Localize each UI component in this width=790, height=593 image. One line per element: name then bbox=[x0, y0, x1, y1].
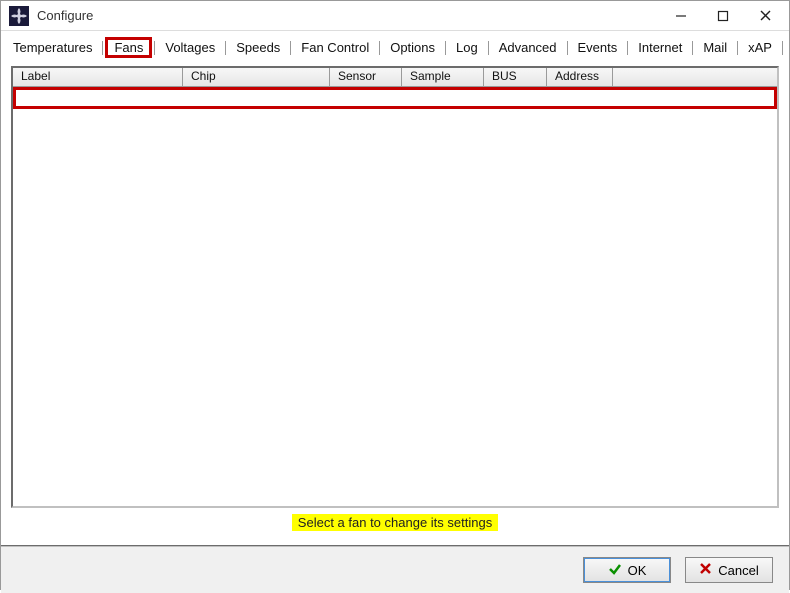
tab-separator bbox=[692, 41, 693, 55]
tab-separator bbox=[445, 41, 446, 55]
check-icon bbox=[608, 562, 622, 579]
tab-options[interactable]: Options bbox=[382, 37, 443, 58]
tab-separator bbox=[567, 41, 568, 55]
tab-advanced[interactable]: Advanced bbox=[491, 37, 565, 58]
tab-speeds[interactable]: Speeds bbox=[228, 37, 288, 58]
hint-bar: Select a fan to change its settings bbox=[11, 508, 779, 541]
cancel-button-label: Cancel bbox=[718, 563, 758, 578]
minimize-button[interactable] bbox=[671, 6, 691, 26]
column-headers: Label Chip Sensor Sample BUS Address bbox=[13, 68, 777, 87]
tab-fans[interactable]: Fans bbox=[105, 37, 152, 58]
tab-separator bbox=[737, 41, 738, 55]
tab-events[interactable]: Events bbox=[570, 37, 626, 58]
app-icon bbox=[9, 6, 29, 26]
tab-separator bbox=[290, 41, 291, 55]
column-header-address[interactable]: Address bbox=[547, 68, 613, 87]
tab-xap[interactable]: xAP bbox=[740, 37, 780, 58]
column-header-sensor[interactable]: Sensor bbox=[330, 68, 402, 87]
tab-mail[interactable]: Mail bbox=[695, 37, 735, 58]
tab-separator bbox=[782, 41, 783, 55]
tab-temperatures[interactable]: Temperatures bbox=[5, 37, 100, 58]
ok-button-label: OK bbox=[628, 563, 647, 578]
tab-separator bbox=[225, 41, 226, 55]
window-controls bbox=[671, 6, 781, 26]
column-header-spacer bbox=[613, 68, 777, 87]
tab-separator bbox=[102, 41, 103, 55]
column-header-bus[interactable]: BUS bbox=[484, 68, 547, 87]
column-header-sample[interactable]: Sample bbox=[402, 68, 484, 87]
titlebar: Configure bbox=[1, 1, 789, 31]
fan-list[interactable]: Label Chip Sensor Sample BUS Address bbox=[11, 66, 779, 508]
tab-voltages[interactable]: Voltages bbox=[157, 37, 223, 58]
tab-log[interactable]: Log bbox=[448, 37, 486, 58]
column-header-chip[interactable]: Chip bbox=[183, 68, 330, 87]
tab-separator bbox=[379, 41, 380, 55]
tab-fan-control[interactable]: Fan Control bbox=[293, 37, 377, 58]
tab-separator bbox=[627, 41, 628, 55]
x-icon bbox=[699, 562, 712, 578]
tab-bar: Temperatures Fans Voltages Speeds Fan Co… bbox=[1, 31, 789, 58]
hint-text: Select a fan to change its settings bbox=[292, 514, 498, 531]
selected-row-highlight[interactable] bbox=[13, 87, 777, 109]
column-header-label[interactable]: Label bbox=[13, 68, 183, 87]
tab-internet[interactable]: Internet bbox=[630, 37, 690, 58]
close-button[interactable] bbox=[755, 6, 775, 26]
content-area: Label Chip Sensor Sample BUS Address Sel… bbox=[1, 58, 789, 545]
maximize-button[interactable] bbox=[713, 6, 733, 26]
tab-separator bbox=[488, 41, 489, 55]
button-bar: OK Cancel bbox=[1, 545, 789, 593]
ok-button[interactable]: OK bbox=[583, 557, 671, 583]
cancel-button[interactable]: Cancel bbox=[685, 557, 773, 583]
tab-separator bbox=[154, 41, 155, 55]
window-title: Configure bbox=[37, 8, 93, 23]
